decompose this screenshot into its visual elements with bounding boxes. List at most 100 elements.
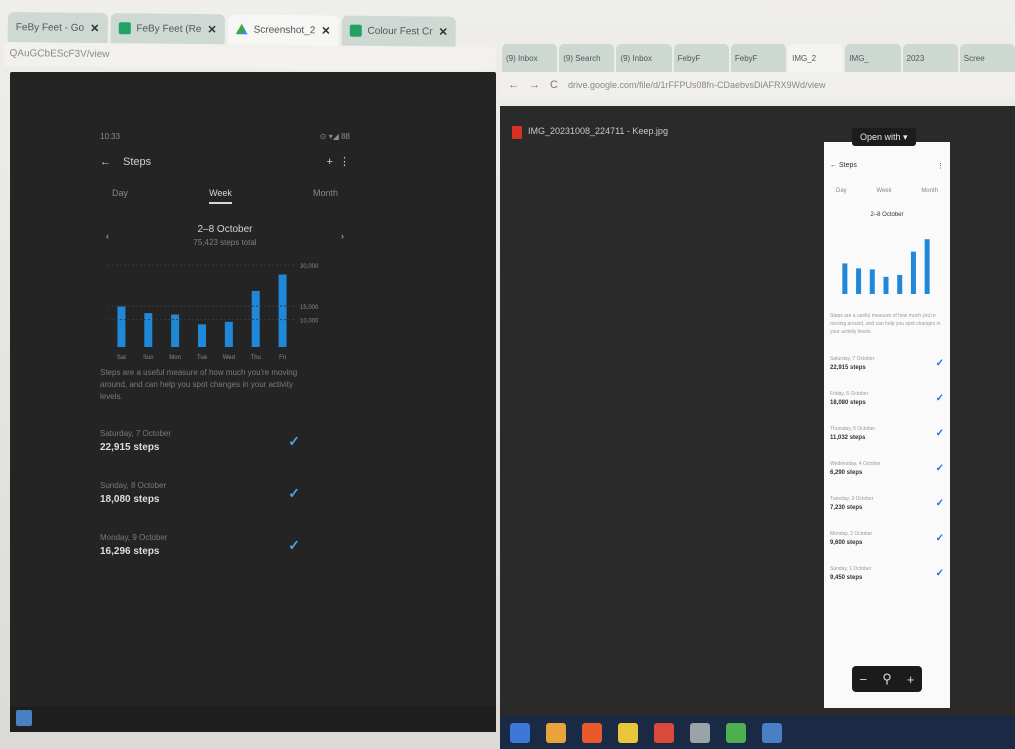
day-row[interactable]: Sunday, 1 October 9,450 steps ✓ — [830, 566, 944, 581]
close-icon[interactable]: ✕ — [90, 21, 99, 34]
close-icon[interactable]: ✕ — [438, 25, 447, 38]
back-arrow-icon[interactable]: ← — [100, 156, 111, 168]
tab-img[interactable]: IMG_ — [845, 44, 901, 72]
tab-search[interactable]: (9) Search — [559, 44, 615, 72]
tab-month[interactable]: Month — [921, 188, 938, 194]
tab-inbox-1[interactable]: (9) Inbox — [502, 44, 558, 72]
day-value: 16,296 steps — [100, 546, 160, 557]
day-row[interactable]: Thursday, 5 October 11,032 steps ✓ — [830, 426, 944, 441]
check-icon: ✓ — [935, 568, 944, 579]
steps-chart-small-svg — [842, 239, 930, 294]
sheet-icon — [349, 24, 362, 37]
more-vert-icon[interactable]: ⋮ — [339, 156, 350, 168]
folder-icon[interactable] — [546, 722, 566, 743]
day-row[interactable]: Tuesday, 3 October 7,230 steps ✓ — [830, 496, 944, 511]
day-row[interactable]: Friday, 6 October 18,080 steps ✓ — [830, 391, 944, 406]
day-label: Sunday, 1 October — [830, 566, 872, 572]
tab-screenshot[interactable]: Screenshot_2 ✕ — [227, 14, 339, 46]
steps-chart: Sat Sun Mon Tue Wed Thu Fri 30,000 15,000 10,000 — [100, 261, 350, 361]
y-tick-label: 30,000 — [300, 264, 319, 270]
day-row[interactable]: Saturday, 7 October 22,915 steps ✓ — [830, 356, 944, 371]
tab-label: IMG_2 — [792, 53, 817, 63]
chevron-left-icon[interactable]: ‹ — [106, 231, 109, 241]
tab-inbox-2[interactable]: (9) Inbox — [616, 44, 672, 72]
check-icon: ✓ — [288, 432, 300, 449]
tab-week[interactable]: Week — [876, 188, 891, 194]
chart-bar — [144, 313, 153, 347]
app-icon[interactable] — [16, 710, 32, 726]
firefox-icon[interactable] — [582, 722, 602, 743]
date-range: ‹ 2–8 October 75,423 steps total › — [100, 224, 350, 247]
chart-bar — [198, 324, 206, 347]
start-icon[interactable] — [510, 722, 530, 743]
day-row[interactable]: Saturday, 7 October 22,915 steps ✓ — [100, 429, 300, 453]
y-tick-label: 10,000 — [300, 319, 319, 325]
tab-colour-fest[interactable]: Colour Fest Cr ✕ — [341, 15, 456, 47]
day-label: Monday, 2 October — [830, 531, 873, 537]
day-row[interactable]: Sunday, 8 October 18,080 steps ✓ — [100, 481, 300, 505]
tab-month[interactable]: Month — [313, 188, 338, 204]
reload-icon[interactable]: C — [550, 79, 558, 91]
tab-2023[interactable]: 2023 — [902, 44, 958, 72]
browser-icon[interactable] — [654, 722, 674, 743]
right-browser-photo: (9) Inbox (9) Search (9) Inbox FebyF Feb… — [500, 40, 1015, 749]
day-value: 6,290 steps — [830, 470, 863, 476]
chrome-icon[interactable] — [726, 722, 746, 743]
tab-feby-feet-go[interactable]: FeBy Feet - Go ✕ — [7, 12, 108, 44]
tab-img-active[interactable]: IMG_2 — [788, 44, 844, 72]
tab-day[interactable]: Day — [112, 188, 128, 204]
day-text: Thursday, 5 October 11,032 steps — [830, 426, 875, 441]
zoom-in-icon[interactable]: + — [907, 672, 915, 687]
tab-feby-feet-re[interactable]: FeBy Feet (Re ✕ — [110, 13, 225, 45]
status-bar: 10:33 ⊙ ▾◢ 88 — [100, 132, 350, 141]
tab-feby-2[interactable]: FebyF — [730, 44, 787, 72]
check-icon: ✓ — [288, 536, 300, 553]
day-row[interactable]: Monday, 2 October 9,600 steps ✓ — [830, 531, 944, 546]
address-bar[interactable]: drive.google.com/file/d/1rFFPUs08fn-CDae… — [568, 80, 826, 90]
open-with-button[interactable]: Open with ▾ — [852, 128, 916, 146]
check-icon: ✓ — [935, 533, 944, 544]
tab-label: (9) Inbox — [620, 53, 653, 63]
tab-feby-1[interactable]: FebyF — [673, 44, 729, 72]
day-text: Sunday, 1 October 9,450 steps — [830, 566, 871, 581]
sheet-icon — [118, 22, 131, 35]
zoom-icon[interactable]: ⚲ — [882, 671, 892, 687]
tab-screen[interactable]: Scree — [959, 44, 1015, 72]
back-arrow-icon[interactable]: ← — [830, 162, 837, 169]
windows-taskbar — [500, 716, 1015, 749]
day-value: 11,032 steps — [830, 435, 866, 441]
forward-icon[interactable]: → — [529, 79, 540, 91]
nav-bar: ← → C drive.google.com/file/d/1rFFPUs08f… — [500, 72, 1015, 98]
tab-week[interactable]: Week — [209, 188, 232, 204]
url-text: QAuGCbEScF3V/view — [9, 48, 110, 61]
check-icon: ✓ — [935, 393, 944, 404]
close-icon[interactable]: ✕ — [207, 23, 216, 36]
zoom-out-icon[interactable]: − — [860, 672, 868, 687]
range-title: 2–8 October — [197, 224, 253, 235]
word-icon[interactable] — [762, 722, 782, 743]
day-row[interactable]: Monday, 9 October 16,296 steps ✓ — [100, 533, 300, 557]
right-image-viewer: IMG_20231008_224711 - Keep.jpg ← Steps ⋮… — [500, 106, 1015, 718]
day-label: Tuesday, 3 October — [830, 496, 874, 502]
back-icon[interactable]: ← — [508, 79, 519, 91]
segment-tabs: Day Week Month — [100, 188, 350, 204]
left-tab-strip: FeBy Feet - Go ✕ FeBy Feet (Re ✕ Screensho… — [4, 8, 496, 47]
phone-header: ← Steps ⋮ — [830, 162, 944, 170]
close-icon[interactable]: ✕ — [321, 24, 330, 37]
status-time: 10:33 — [100, 132, 121, 141]
media-icon[interactable] — [618, 722, 638, 743]
day-value: 9,600 steps — [830, 540, 863, 546]
phone-screenshot-small: ← Steps ⋮ Day Week Month 2–8 October Ste… — [824, 142, 950, 708]
range-subtitle: 75,423 steps total — [193, 238, 257, 247]
add-icon[interactable]: + — [326, 156, 332, 168]
chevron-right-icon[interactable]: › — [341, 231, 344, 241]
zoom-controls: − ⚲ + — [852, 666, 922, 692]
day-value: 18,080 steps — [830, 400, 866, 406]
files-icon[interactable] — [690, 722, 710, 743]
more-vert-icon[interactable]: ⋮ — [937, 162, 944, 170]
day-text: Wednesday, 4 October 6,290 steps — [830, 461, 881, 476]
day-row[interactable]: Wednesday, 4 October 6,290 steps ✓ — [830, 461, 944, 476]
chart-bar — [883, 276, 889, 294]
tab-day[interactable]: Day — [836, 188, 847, 194]
screen-title: Steps — [123, 155, 152, 168]
